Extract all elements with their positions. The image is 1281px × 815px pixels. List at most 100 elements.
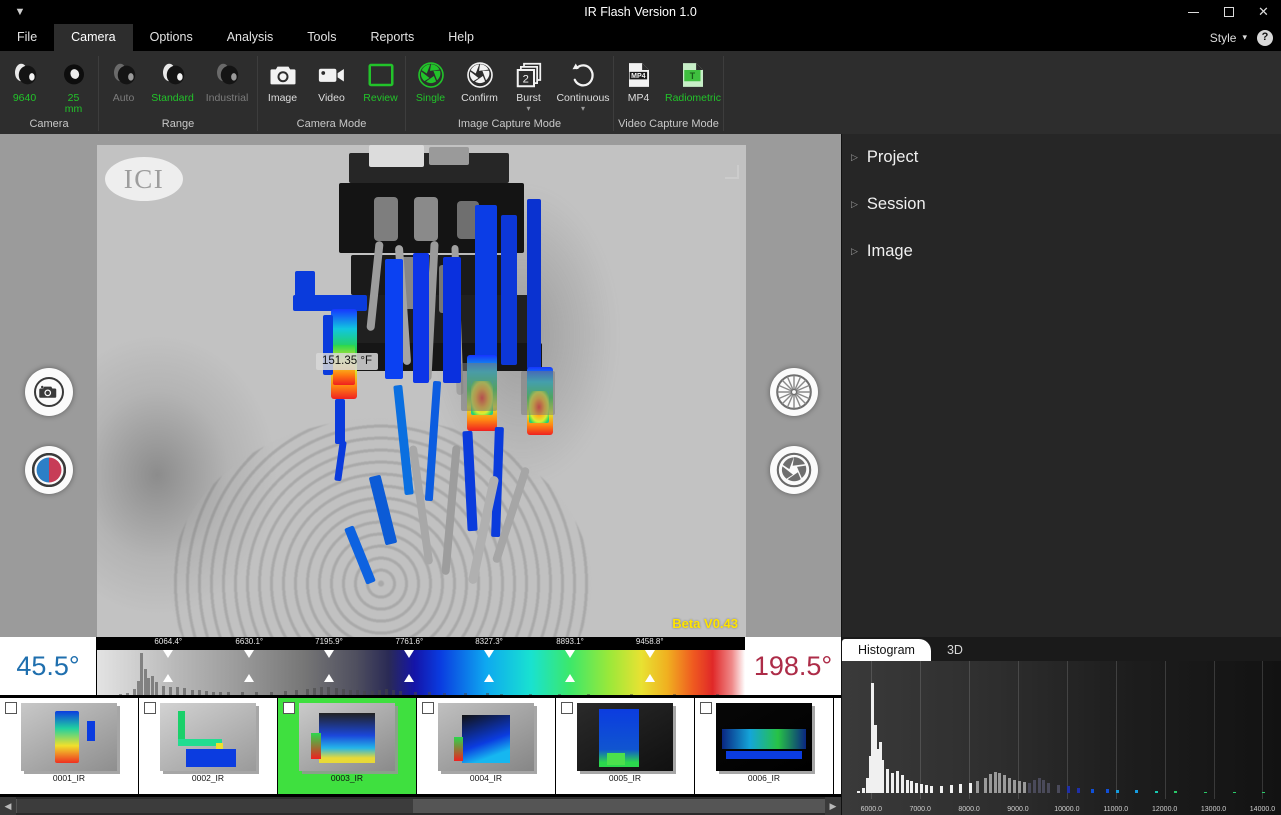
- tree-item-project[interactable]: ▷ Project: [842, 134, 1281, 181]
- tree-item-image[interactable]: ▷ Image: [842, 228, 1281, 275]
- aperture-button[interactable]: [770, 446, 818, 494]
- thumbnail-label: 0003_IR: [330, 773, 364, 783]
- maximize-button[interactable]: [1211, 0, 1246, 24]
- palette-toggle-button[interactable]: [25, 446, 73, 494]
- chevron-down-icon[interactable]: ▾: [581, 105, 585, 113]
- thumbnail-checkbox[interactable]: [561, 702, 573, 714]
- svg-text:MP4: MP4: [631, 73, 646, 80]
- ribbon-button-single[interactable]: Single: [406, 56, 455, 104]
- menu-tab-reports[interactable]: Reports: [353, 24, 431, 51]
- camera-snapshot-button[interactable]: [25, 368, 73, 416]
- focus-button[interactable]: [770, 368, 818, 416]
- ribbon-button-standard[interactable]: Standard: [148, 56, 197, 104]
- minimize-button[interactable]: [1176, 0, 1211, 24]
- thumbnail-item[interactable]: 0002_IR: [139, 698, 278, 794]
- ici-logo: ICI: [105, 157, 183, 201]
- ribbon-button-9640[interactable]: 9640: [0, 56, 49, 104]
- style-label[interactable]: Style: [1210, 31, 1237, 45]
- menu-tab-file[interactable]: File: [0, 24, 54, 51]
- help-icon[interactable]: ?: [1257, 29, 1273, 46]
- histogram-tab-histogram[interactable]: Histogram: [842, 639, 931, 661]
- ribbon-button-continuous[interactable]: Continuous ▾: [553, 56, 613, 113]
- thumbnail-image[interactable]: [716, 703, 812, 771]
- histogram-bar: [1037, 777, 1041, 793]
- scroll-right-icon[interactable]: ▶: [825, 797, 841, 815]
- chevron-right-icon[interactable]: ▷: [851, 153, 858, 162]
- tree-item-session[interactable]: ▷ Session: [842, 181, 1281, 228]
- chevron-right-icon[interactable]: ▷: [851, 247, 858, 256]
- ribbon-group-separator: [723, 56, 724, 131]
- histogram-bar: [930, 786, 933, 793]
- histogram-bar: [1013, 779, 1017, 793]
- menu-tab-analysis[interactable]: Analysis: [210, 24, 291, 51]
- photo-camera-icon: [34, 377, 64, 407]
- palette-split-circle-icon: [32, 453, 66, 487]
- thumbnail-item[interactable]: 0006_IR: [695, 698, 834, 794]
- menu-tab-options[interactable]: Options: [133, 24, 210, 51]
- ribbon-button-image[interactable]: Image: [258, 56, 307, 104]
- filmstrip-scrollbar[interactable]: ◀ ▶: [0, 797, 841, 815]
- max-temperature-value[interactable]: 198.5°: [745, 637, 841, 695]
- scrollbar-track[interactable]: [16, 799, 825, 813]
- histogram-bar: [910, 780, 914, 793]
- ribbon-button-industrial[interactable]: Industrial: [197, 56, 257, 104]
- menu-tab-tools[interactable]: Tools: [290, 24, 353, 51]
- ribbon-button-label: 9640: [12, 92, 37, 104]
- thumbnail-item[interactable]: 0005_IR: [556, 698, 695, 794]
- ribbon-button-radiometric[interactable]: T Radiometric: [663, 56, 723, 104]
- thumbnail-filmstrip: 0001_IR 0002_IR 0003_IR 0004_IR 0005_IR 0006_…: [0, 695, 841, 797]
- ribbon-button-auto[interactable]: Auto: [99, 56, 148, 104]
- thumbnail-image[interactable]: [160, 703, 256, 771]
- ribbon-button-25-mm[interactable]: 25 mm: [49, 56, 98, 115]
- histogram-tab-3d[interactable]: 3D: [931, 639, 979, 661]
- ribbon-button-video[interactable]: Video: [307, 56, 356, 104]
- thumbnail-checkbox[interactable]: [700, 702, 712, 714]
- close-button[interactable]: ✕: [1246, 0, 1281, 24]
- aperture-icon: [776, 452, 812, 488]
- thumbnail-checkbox[interactable]: [422, 702, 434, 714]
- thumbnail-checkbox[interactable]: [144, 702, 156, 714]
- ribbon-button-mp4[interactable]: MP4 MP4: [614, 56, 663, 104]
- tree-item-label: Session: [866, 195, 926, 213]
- palette-histogram-bar: [154, 682, 158, 695]
- ribbon-button-label: Continuous: [556, 92, 610, 104]
- ir-image[interactable]: ICI 151.35 °F Beta V0.43: [97, 145, 746, 637]
- scale-tick-label: 6630.1°: [235, 637, 264, 646]
- ribbon-button-burst[interactable]: 2 Burst ▾: [504, 56, 553, 113]
- thumbnail-item[interactable]: 0001_IR: [0, 698, 139, 794]
- chevron-right-icon[interactable]: ▷: [851, 200, 858, 209]
- thumbnail-checkbox[interactable]: [5, 702, 17, 714]
- scroll-left-icon[interactable]: ◀: [0, 797, 16, 815]
- ribbon-group-video-capture-mode: MP4 MP4 T Radiometric Video Capture Mode: [614, 51, 723, 134]
- thumbnail-checkbox[interactable]: [283, 702, 295, 714]
- ir-viewer[interactable]: ICI 151.35 °F Beta V0.43: [0, 134, 841, 637]
- thumbnail-image[interactable]: [299, 703, 395, 771]
- menu-tab-camera[interactable]: Camera: [54, 24, 133, 51]
- ribbon-button-review[interactable]: Review: [356, 56, 405, 104]
- menu-items: File Camera Options Analysis Tools Reports Hel…: [0, 24, 491, 51]
- ribbon-group-items: Single Confirm 2 Burst ▾ Continuous ▾: [406, 51, 613, 117]
- thumbnail-item[interactable]: 0004_IR: [417, 698, 556, 794]
- chevron-down-icon[interactable]: ▾: [526, 105, 530, 113]
- ribbon-group-title: Range: [161, 118, 195, 130]
- thumbnail-item[interactable]: 0003_IR: [278, 698, 417, 794]
- scale-tick-labels: 6064.4° 6630.1° 7195.9° 7761.6° 8327.3° 8893.…: [97, 637, 745, 650]
- histogram-bar: [1106, 788, 1109, 793]
- scale-tick-label: 8893.1°: [556, 637, 584, 646]
- thumbnail-image[interactable]: [21, 703, 117, 771]
- min-temperature-value[interactable]: 45.5°: [0, 637, 96, 695]
- focus-sunburst-icon: [776, 374, 812, 410]
- mp4-file-icon: MP4: [628, 63, 649, 87]
- loop-arrow-icon: [572, 63, 594, 87]
- scrollbar-thumb[interactable]: [17, 799, 413, 813]
- chevron-down-icon[interactable]: ▾: [1242, 32, 1247, 43]
- histogram-plot[interactable]: 6000.0 7000.0 8000.0 9000.0 10000.0 11000.0 12…: [842, 661, 1281, 815]
- histogram-bar: [1042, 779, 1046, 793]
- menu-tab-help[interactable]: Help: [431, 24, 491, 51]
- thumbnail-image[interactable]: [577, 703, 673, 771]
- palette-histogram-bar: [320, 687, 324, 695]
- thumbnail-image[interactable]: [438, 703, 534, 771]
- ribbon-group-title: Video Capture Mode: [618, 118, 719, 130]
- ribbon-button-confirm[interactable]: Confirm: [455, 56, 504, 104]
- ribbon-button-label: Confirm: [461, 92, 498, 104]
